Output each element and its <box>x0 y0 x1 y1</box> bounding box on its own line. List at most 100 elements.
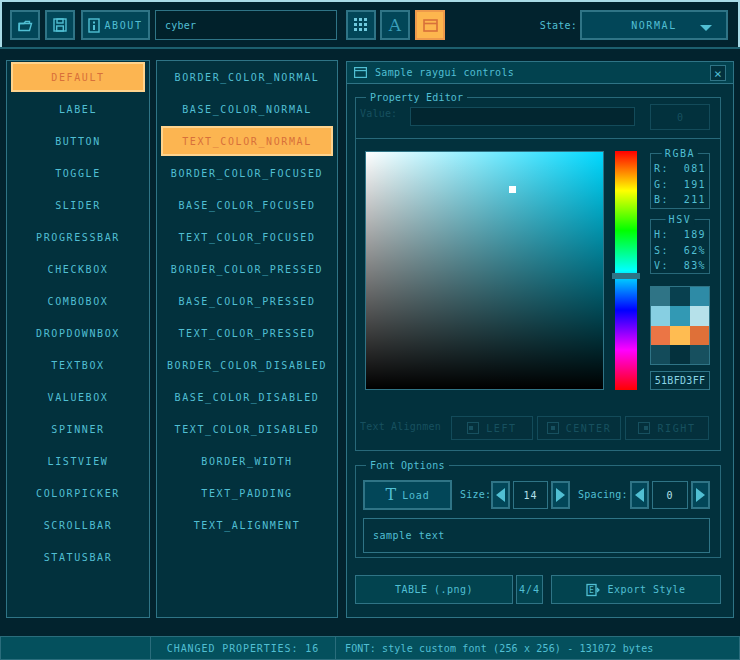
export-icon: E <box>586 583 600 597</box>
color-swatch[interactable] <box>670 306 689 325</box>
control-list-item[interactable]: SCROLLBAR <box>11 510 145 540</box>
hue-slider-handle[interactable] <box>612 273 640 279</box>
font-button[interactable]: A <box>380 10 410 40</box>
property-list-item[interactable]: TEXT_COLOR_FOCUSED <box>161 222 333 252</box>
property-list-item[interactable]: BORDER_WIDTH <box>161 446 333 476</box>
grid-icon <box>354 18 368 32</box>
b-label: B: <box>654 192 669 208</box>
align-left-icon <box>467 422 479 434</box>
sample-text: sample text <box>373 530 445 541</box>
save-style-button[interactable] <box>45 10 75 40</box>
property-list-item[interactable]: BORDER_COLOR_FOCUSED <box>161 158 333 188</box>
export-style-button[interactable]: E Export Style <box>551 575 721 604</box>
color-swatch[interactable] <box>651 306 670 325</box>
zero-button[interactable]: 0 <box>650 104 710 130</box>
property-list-item[interactable]: BORDER_COLOR_NORMAL <box>161 62 333 92</box>
property-list-item[interactable]: BASE_COLOR_NORMAL <box>161 94 333 124</box>
property-list-item[interactable]: BORDER_COLOR_PRESSED <box>161 254 333 284</box>
pages-value: 4/4 <box>519 584 540 595</box>
control-list-item[interactable]: LABEL <box>11 94 145 124</box>
property-list-item[interactable]: BASE_COLOR_DISABLED <box>161 382 333 412</box>
size-value-box[interactable]: 14 <box>513 481 548 509</box>
style-name-input[interactable]: cyber <box>155 10 337 40</box>
color-swatch[interactable] <box>690 345 709 364</box>
color-swatch[interactable] <box>651 326 670 345</box>
rgba-b-row: B: 211 <box>651 192 709 208</box>
window-titlebar: Sample raygui controls <box>347 62 733 84</box>
size-value: 14 <box>523 490 537 501</box>
control-list-item[interactable]: DROPDOWNBOX <box>11 318 145 348</box>
property-list-item[interactable]: TEXT_PADDING <box>161 478 333 508</box>
color-swatch[interactable] <box>670 287 689 306</box>
color-swatch[interactable] <box>651 345 670 364</box>
color-swatch[interactable] <box>670 345 689 364</box>
window-mode-button[interactable] <box>415 10 445 40</box>
window-title: Sample raygui controls <box>375 67 514 78</box>
color-picker-sv-panel[interactable] <box>365 151 604 390</box>
arrow-right-icon <box>556 488 565 502</box>
align-center-label: CENTER <box>566 423 612 434</box>
align-right-icon <box>638 422 650 434</box>
control-list-item[interactable]: TOGGLE <box>11 158 145 188</box>
control-list-item[interactable]: LISTVIEW <box>11 446 145 476</box>
font-load-button[interactable]: T Load <box>363 480 452 510</box>
state-dropdown[interactable]: NORMAL <box>580 10 728 40</box>
close-icon: × <box>714 66 722 81</box>
control-list-item[interactable]: SLIDER <box>11 190 145 220</box>
hue-slider[interactable] <box>615 151 637 390</box>
align-left-button[interactable]: LEFT <box>451 416 533 440</box>
size-increase-button[interactable] <box>551 481 570 509</box>
color-swatch[interactable] <box>670 326 689 345</box>
r-label: R: <box>654 161 669 177</box>
color-picker-cursor[interactable] <box>509 186 516 193</box>
folder-open-icon <box>16 17 34 33</box>
rgba-group: RGBA R: 081 G: 191 B: 211 <box>650 153 710 209</box>
control-list-item[interactable]: PROGRESSBAR <box>11 222 145 252</box>
color-swatch[interactable] <box>690 287 709 306</box>
property-list-item[interactable]: TEXT_COLOR_PRESSED <box>161 318 333 348</box>
size-label: Size: <box>460 489 491 500</box>
table-export-button[interactable]: TABLE (.png) <box>355 575 513 604</box>
control-list-item[interactable]: COLORPICKER <box>11 478 145 508</box>
size-decrease-button[interactable] <box>491 481 510 509</box>
control-list-item[interactable]: CHECKBOX <box>11 254 145 284</box>
color-swatch[interactable] <box>651 287 670 306</box>
s-label: S: <box>654 243 669 259</box>
control-list-item[interactable]: STATUSBAR <box>11 542 145 572</box>
rgba-g-row: G: 191 <box>651 177 709 193</box>
property-list-item[interactable]: BASE_COLOR_FOCUSED <box>161 190 333 220</box>
control-list-item[interactable]: COMBOBOX <box>11 286 145 316</box>
hex-value-box[interactable]: 51BFD3FF <box>650 371 710 390</box>
value-input[interactable] <box>410 107 635 126</box>
control-list-item[interactable]: SPINNER <box>11 414 145 444</box>
property-list-item[interactable]: BASE_COLOR_PRESSED <box>161 286 333 316</box>
spacing-value: 0 <box>666 490 673 501</box>
table-image-button[interactable] <box>346 10 376 40</box>
control-list-item[interactable]: TEXTBOX <box>11 350 145 380</box>
control-list-item[interactable]: VALUEBOX <box>11 382 145 412</box>
pages-indicator[interactable]: 4/4 <box>516 575 543 604</box>
hsv-v-row: V: 83% <box>651 258 709 274</box>
table-button-label: TABLE (.png) <box>395 584 473 595</box>
font-options-group: Font Options T Load Size: 14 Spacing: 0 … <box>355 465 721 558</box>
color-swatch[interactable] <box>690 326 709 345</box>
align-right-button[interactable]: RIGHT <box>625 416 709 440</box>
color-swatch[interactable] <box>690 306 709 325</box>
align-center-button[interactable]: CENTER <box>537 416 621 440</box>
spacing-value-box[interactable]: 0 <box>652 481 688 509</box>
control-list-item[interactable]: BUTTON <box>11 126 145 156</box>
open-style-button[interactable] <box>10 10 40 40</box>
close-button[interactable]: × <box>710 65 726 81</box>
property-list-item[interactable]: TEXT_COLOR_NORMAL <box>161 126 333 156</box>
h-value: 189 <box>684 227 706 243</box>
export-label: Export Style <box>607 584 685 595</box>
property-list-item[interactable]: BORDER_COLOR_DISABLED <box>161 350 333 380</box>
sample-text-input[interactable]: sample text <box>363 518 710 553</box>
control-list-item[interactable]: DEFAULT <box>11 62 145 92</box>
spacing-decrease-button[interactable] <box>630 481 649 509</box>
h-label: H: <box>654 227 669 243</box>
property-list-item[interactable]: TEXT_COLOR_DISABLED <box>161 414 333 444</box>
spacing-increase-button[interactable] <box>691 481 710 509</box>
about-button[interactable]: ABOUT <box>81 10 150 40</box>
property-list-item[interactable]: TEXT_ALIGNMENT <box>161 510 333 540</box>
